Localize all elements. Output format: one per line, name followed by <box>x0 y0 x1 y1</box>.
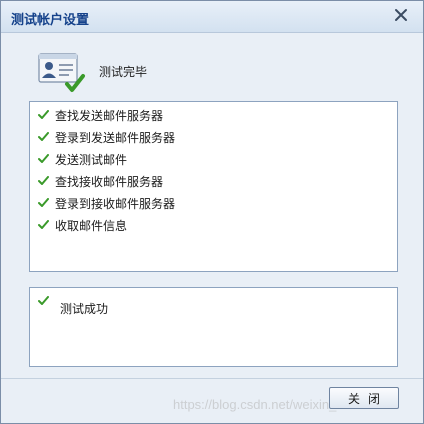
account-card-icon <box>37 50 87 94</box>
list-item: 登录到接收邮件服务器 <box>38 196 175 212</box>
title-bar[interactable]: 测试帐户设置 <box>1 1 423 33</box>
close-button[interactable]: 关闭 <box>329 387 399 409</box>
check-icon <box>38 132 49 141</box>
list-item: 查找发送邮件服务器 <box>38 108 163 124</box>
result-label: 测试成功 <box>60 302 109 316</box>
list-item: 查找接收邮件服务器 <box>38 174 163 190</box>
step-label: 查找接收邮件服务器 <box>55 175 164 189</box>
list-item: 发送测试邮件 <box>38 152 127 168</box>
step-label: 登录到发送邮件服务器 <box>55 131 176 145</box>
check-icon <box>38 296 49 305</box>
window-title: 测试帐户设置 <box>11 13 90 28</box>
check-icon <box>38 110 49 119</box>
check-icon <box>38 154 49 163</box>
step-label: 发送测试邮件 <box>55 153 128 167</box>
list-item: 登录到发送邮件服务器 <box>38 130 175 146</box>
status-heading: 测试完毕 <box>99 65 148 79</box>
check-icon <box>38 220 49 229</box>
dialog-window: 测试帐户设置 测试完毕 查找发送邮件服务器 登录到发送邮件服务器 发送测试邮件 … <box>0 0 424 424</box>
footer-divider <box>1 378 423 379</box>
test-result-box: 测试成功 <box>29 287 398 367</box>
step-label: 收取邮件信息 <box>55 219 128 233</box>
test-steps-list: 查找发送邮件服务器 登录到发送邮件服务器 发送测试邮件 查找接收邮件服务器 登录… <box>29 101 398 272</box>
status-header: 测试完毕 <box>37 50 337 94</box>
step-label: 登录到接收邮件服务器 <box>55 197 176 211</box>
list-item: 收取邮件信息 <box>38 218 127 234</box>
check-icon <box>38 198 49 207</box>
step-label: 查找发送邮件服务器 <box>55 109 164 123</box>
close-icon[interactable] <box>393 7 409 23</box>
check-icon <box>38 176 49 185</box>
